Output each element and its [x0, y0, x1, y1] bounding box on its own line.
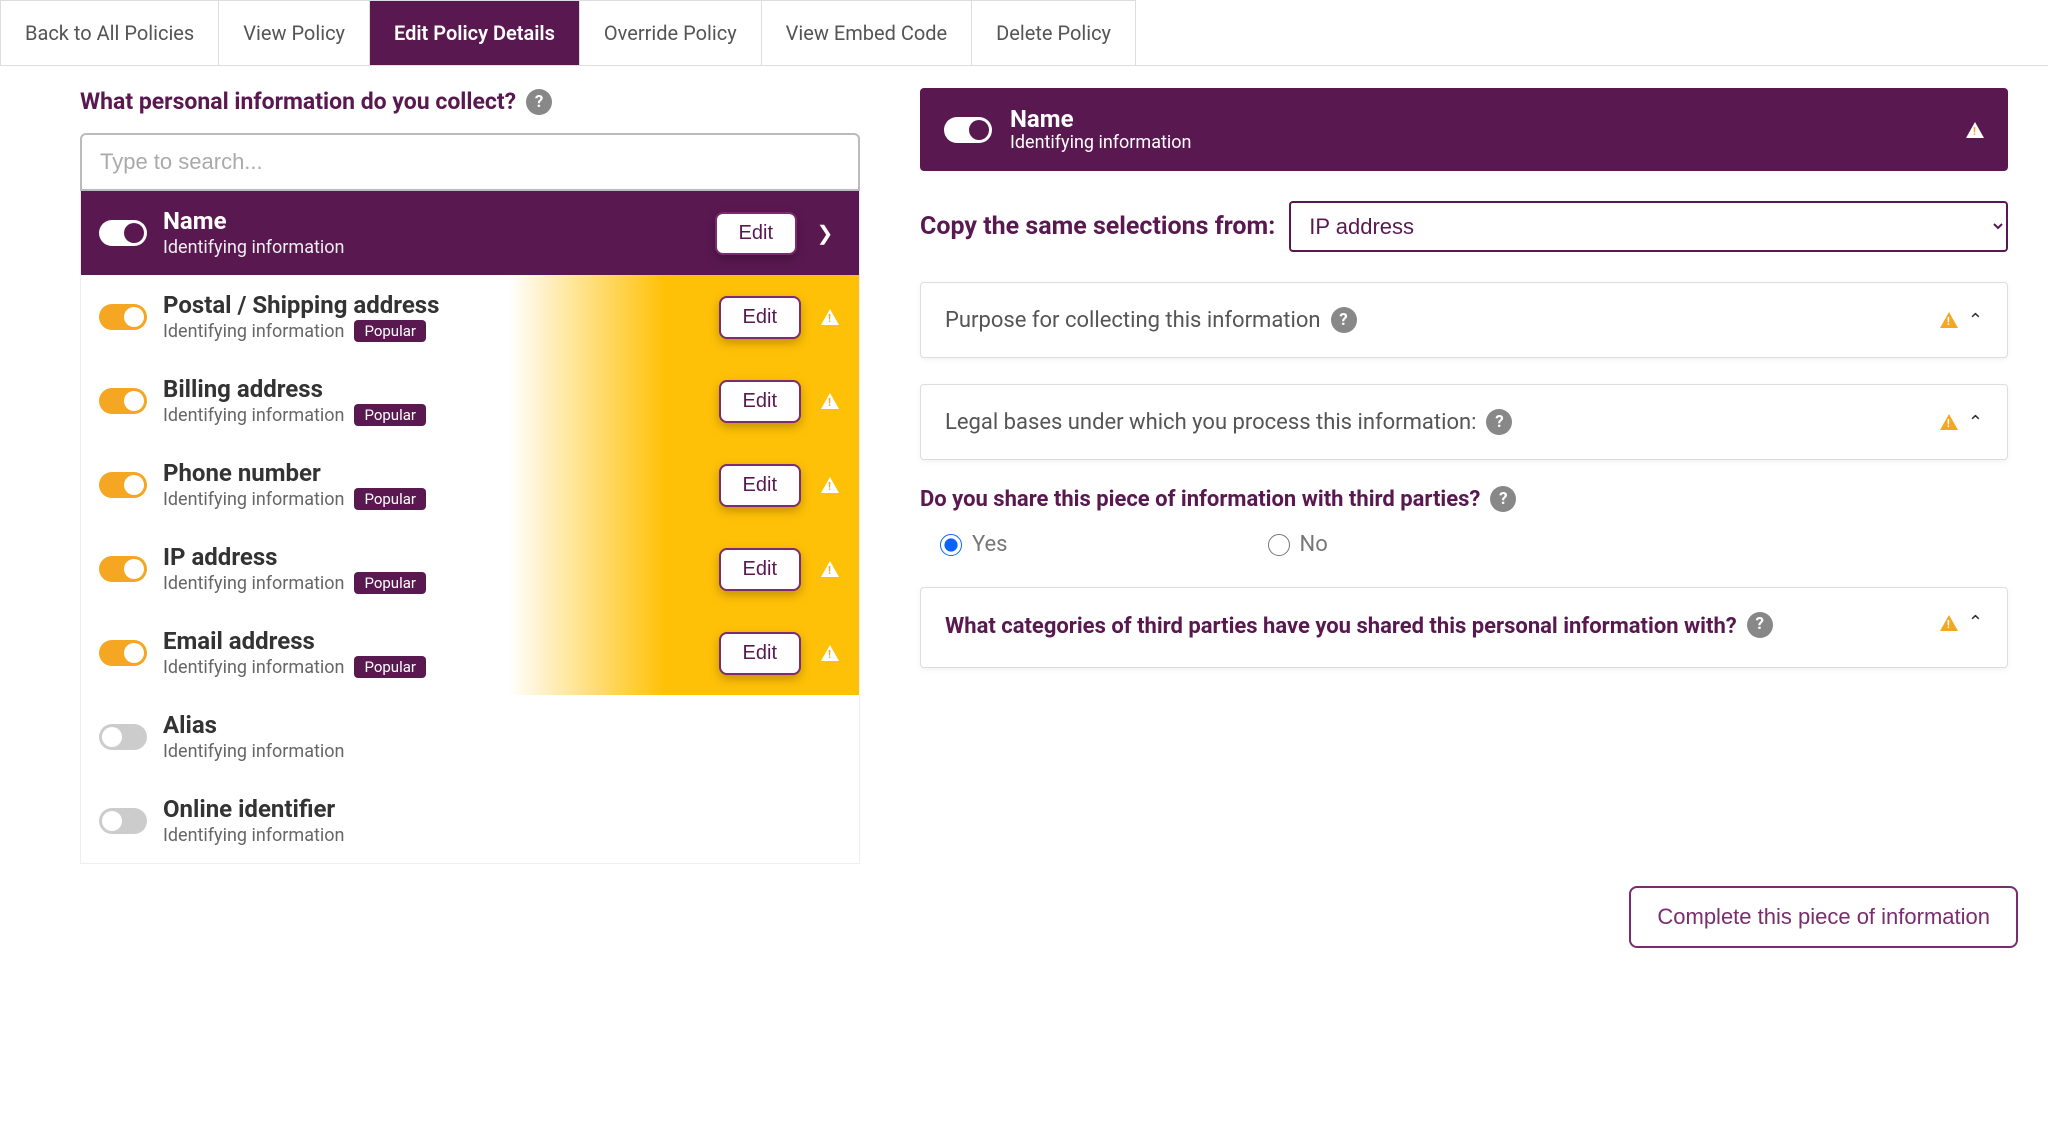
radio-no[interactable]: No — [1268, 532, 1328, 557]
edit-button[interactable]: Edit — [719, 380, 801, 423]
share-third-parties-question: Do you share this piece of information w… — [920, 486, 2008, 512]
detail-title: Name — [1010, 106, 1191, 132]
copy-from-label: Copy the same selections from: — [920, 212, 1275, 241]
warning-icon[interactable] — [821, 393, 839, 409]
chevron-up-icon[interactable]: ⌃ — [1968, 612, 1983, 633]
complete-button[interactable]: Complete this piece of information — [1629, 886, 2018, 948]
toggle-switch[interactable] — [99, 640, 147, 666]
panel-label: Purpose for collecting this information — [945, 308, 1321, 333]
edit-button[interactable]: Edit — [715, 212, 797, 255]
list-item[interactable]: Phone number Identifying information Pop… — [81, 443, 859, 527]
list-item-title: Alias — [163, 712, 839, 738]
help-icon[interactable]: ? — [1331, 307, 1357, 333]
edit-button[interactable]: Edit — [719, 548, 801, 591]
radio-yes-input[interactable] — [940, 534, 962, 556]
warning-icon[interactable] — [821, 309, 839, 325]
list-item[interactable]: Alias Identifying information — [81, 695, 859, 779]
list-item-title: Postal / Shipping address — [163, 292, 719, 318]
list-item-title: IP address — [163, 544, 719, 570]
tab-edit-policy-details[interactable]: Edit Policy Details — [370, 0, 580, 65]
list-item-sub: Identifying information Popular — [163, 404, 719, 426]
tab-view-embed-code[interactable]: View Embed Code — [762, 0, 972, 65]
detail-header: Name Identifying information — [920, 88, 2008, 171]
popular-badge: Popular — [354, 320, 426, 342]
popular-badge: Popular — [354, 488, 426, 510]
panel-purpose[interactable]: Purpose for collecting this information … — [920, 282, 2008, 358]
detail-subtitle: Identifying information — [1010, 132, 1191, 153]
panel-label: Legal bases under which you process this… — [945, 410, 1476, 435]
tab-bar: Back to All Policies View Policy Edit Po… — [0, 0, 2048, 66]
tab-override-policy[interactable]: Override Policy — [580, 0, 762, 65]
list-item-sub: Identifying information — [163, 825, 839, 846]
toggle-switch[interactable] — [99, 724, 147, 750]
tab-delete-policy[interactable]: Delete Policy — [972, 0, 1136, 65]
section-title-text: What personal information do you collect… — [80, 88, 516, 115]
chevron-up-icon[interactable]: ⌃ — [1968, 310, 1983, 331]
tab-back-to-all-policies[interactable]: Back to All Policies — [0, 0, 219, 65]
toggle-switch[interactable] — [99, 220, 147, 246]
list-item-title: Name — [163, 208, 715, 234]
list-item-title: Online identifier — [163, 796, 839, 822]
chevron-up-icon[interactable]: ⌃ — [1968, 412, 1983, 433]
warning-icon[interactable] — [821, 561, 839, 577]
tab-view-policy[interactable]: View Policy — [219, 0, 370, 65]
warning-icon[interactable] — [821, 477, 839, 493]
list-item[interactable]: IP address Identifying information Popul… — [81, 527, 859, 611]
radio-yes[interactable]: Yes — [940, 532, 1008, 557]
warning-icon[interactable] — [1940, 414, 1958, 430]
panel-legal-bases[interactable]: Legal bases under which you process this… — [920, 384, 2008, 460]
edit-button[interactable]: Edit — [719, 632, 801, 675]
chevron-right-icon[interactable]: ❯ — [811, 221, 839, 245]
toggle-switch[interactable] — [99, 808, 147, 834]
list-item[interactable]: Email address Identifying information Po… — [81, 611, 859, 695]
list-item-title: Billing address — [163, 376, 719, 402]
list-item[interactable]: Name Identifying information Edit ❯ — [81, 191, 859, 275]
edit-button[interactable]: Edit — [719, 296, 801, 339]
toggle-switch[interactable] — [99, 388, 147, 414]
copy-from-select[interactable]: IP address — [1289, 201, 2008, 252]
list-item-sub: Identifying information Popular — [163, 488, 719, 510]
list-item-sub: Identifying information — [163, 237, 715, 258]
list-item-sub: Identifying information Popular — [163, 572, 719, 594]
list-item[interactable]: Postal / Shipping address Identifying in… — [81, 275, 859, 359]
list-item[interactable]: Online identifier Identifying informatio… — [81, 779, 859, 863]
panel-third-party-categories[interactable]: What categories of third parties have yo… — [920, 587, 2008, 668]
toggle-switch[interactable] — [944, 117, 992, 143]
list-item-sub: Identifying information — [163, 741, 839, 762]
edit-button[interactable]: Edit — [719, 464, 801, 507]
search-input[interactable] — [80, 133, 860, 191]
toggle-switch[interactable] — [99, 472, 147, 498]
help-icon[interactable]: ? — [1747, 612, 1773, 638]
warning-icon[interactable] — [1940, 312, 1958, 328]
popular-badge: Popular — [354, 404, 426, 426]
toggle-switch[interactable] — [99, 304, 147, 330]
list-item-title: Email address — [163, 628, 719, 654]
help-icon[interactable]: ? — [1486, 409, 1512, 435]
info-list: Name Identifying information Edit ❯ Post… — [80, 191, 860, 864]
list-item-title: Phone number — [163, 460, 719, 486]
list-item[interactable]: Billing address Identifying information … — [81, 359, 859, 443]
list-item-sub: Identifying information Popular — [163, 656, 719, 678]
list-item-sub: Identifying information Popular — [163, 320, 719, 342]
warning-icon[interactable] — [1966, 122, 1984, 138]
warning-icon[interactable] — [1940, 615, 1958, 631]
help-icon[interactable]: ? — [526, 89, 552, 115]
toggle-switch[interactable] — [99, 556, 147, 582]
warning-icon[interactable] — [821, 645, 839, 661]
panel-label: What categories of third parties have yo… — [945, 612, 1737, 643]
section-title: What personal information do you collect… — [80, 88, 860, 115]
radio-no-input[interactable] — [1268, 534, 1290, 556]
help-icon[interactable]: ? — [1490, 486, 1516, 512]
popular-badge: Popular — [354, 572, 426, 594]
popular-badge: Popular — [354, 656, 426, 678]
